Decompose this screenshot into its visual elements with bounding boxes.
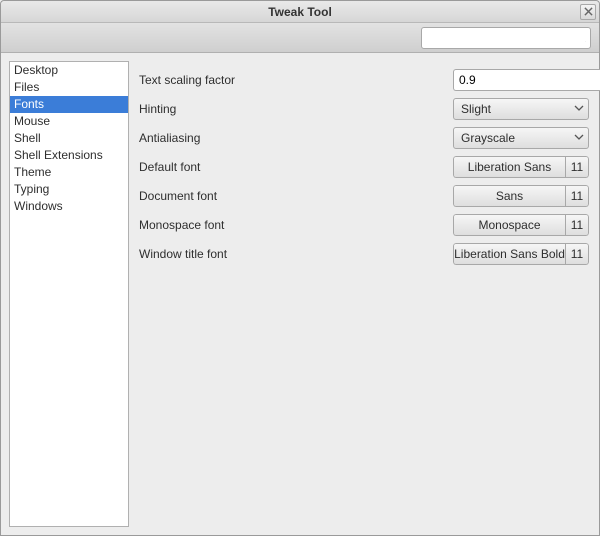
titlebar: Tweak Tool [1,1,599,23]
default-font-button[interactable]: Liberation Sans 11 [453,156,589,178]
sidebar-item-label: Files [14,80,39,94]
sidebar-item-windows[interactable]: Windows [10,198,128,215]
default-font-name: Liberation Sans [453,156,565,178]
row-document-font: Document font Sans 11 [139,181,589,210]
label-antialiasing: Antialiasing [139,131,339,145]
document-font-name: Sans [453,185,565,207]
row-monospace-font: Monospace font Monospace 11 [139,210,589,239]
toolbar [1,23,599,53]
sidebar-item-label: Mouse [14,114,50,128]
search-field-wrap [421,27,591,49]
text-scaling-spinner: − + [453,69,589,91]
monospace-font-size: 11 [565,214,589,236]
sidebar-item-desktop[interactable]: Desktop [10,62,128,79]
antialiasing-combobox[interactable]: Grayscale [453,127,589,149]
row-text-scaling: Text scaling factor − + [139,65,589,94]
window-title-font-name: Liberation Sans Bold [453,243,565,265]
sidebar-item-theme[interactable]: Theme [10,164,128,181]
default-font-size: 11 [565,156,589,178]
label-text-scaling: Text scaling factor [139,73,339,87]
row-hinting: Hinting Slight [139,94,589,123]
sidebar-item-label: Typing [14,182,49,196]
hinting-combobox[interactable]: Slight [453,98,589,120]
sidebar-item-label: Shell Extensions [14,148,103,162]
antialiasing-value: Grayscale [461,131,515,145]
sidebar-item-files[interactable]: Files [10,79,128,96]
sidebar-item-typing[interactable]: Typing [10,181,128,198]
sidebar-item-label: Desktop [14,63,58,77]
sidebar-item-shell[interactable]: Shell [10,130,128,147]
chevron-down-icon [574,102,584,116]
text-scaling-input[interactable] [453,69,600,91]
row-default-font: Default font Liberation Sans 11 [139,152,589,181]
sidebar-item-label: Windows [14,199,63,213]
settings-panel: Text scaling factor − + Hinting Slight [137,61,591,527]
app-window: Tweak Tool Desktop Files Fonts Mouse She… [0,0,600,536]
row-antialiasing: Antialiasing Grayscale [139,123,589,152]
monospace-font-name: Monospace [453,214,565,236]
sidebar-item-label: Shell [14,131,41,145]
close-icon [584,5,593,19]
content-area: Desktop Files Fonts Mouse Shell Shell Ex… [1,53,599,535]
sidebar-item-shell-extensions[interactable]: Shell Extensions [10,147,128,164]
document-font-button[interactable]: Sans 11 [453,185,589,207]
hinting-value: Slight [461,102,491,116]
close-button[interactable] [580,4,596,20]
label-monospace-font: Monospace font [139,218,339,232]
label-default-font: Default font [139,160,339,174]
sidebar: Desktop Files Fonts Mouse Shell Shell Ex… [9,61,129,527]
sidebar-item-mouse[interactable]: Mouse [10,113,128,130]
chevron-down-icon [574,131,584,145]
label-hinting: Hinting [139,102,339,116]
monospace-font-button[interactable]: Monospace 11 [453,214,589,236]
sidebar-item-fonts[interactable]: Fonts [10,96,128,113]
sidebar-item-label: Fonts [14,97,44,111]
search-icon [585,31,586,45]
label-document-font: Document font [139,189,339,203]
window-title-font-size: 11 [565,243,589,265]
sidebar-item-label: Theme [14,165,51,179]
document-font-size: 11 [565,185,589,207]
window-title: Tweak Tool [268,5,332,19]
search-input[interactable] [426,29,585,47]
row-window-title-font: Window title font Liberation Sans Bold 1… [139,239,589,268]
label-window-title-font: Window title font [139,247,339,261]
window-title-font-button[interactable]: Liberation Sans Bold 11 [453,243,589,265]
